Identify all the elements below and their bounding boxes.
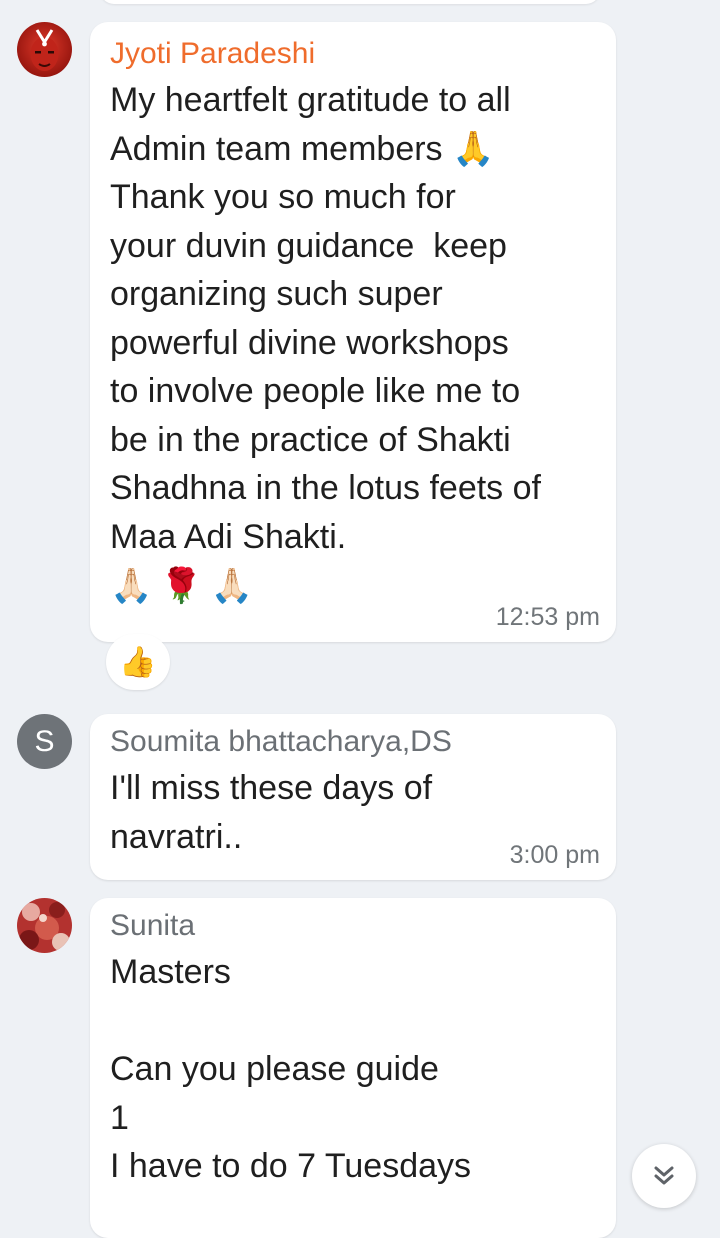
message-text: My heartfelt gratitude to all Admin team… bbox=[110, 81, 541, 556]
sender-name[interactable]: Jyoti Paradeshi bbox=[110, 36, 596, 72]
scroll-to-bottom-button[interactable] bbox=[632, 1144, 696, 1208]
message-text: Masters Can you please guide 1 I have to… bbox=[110, 953, 472, 1185]
message-time: 3:00 pm bbox=[509, 841, 600, 869]
avatar-soumita[interactable]: S bbox=[17, 714, 72, 769]
sender-name[interactable]: Soumita bhattacharya,DS bbox=[110, 724, 596, 760]
message-time: 12:53 pm bbox=[495, 603, 600, 631]
sender-name[interactable]: Sunita bbox=[110, 908, 596, 944]
photo-avatar-icon bbox=[17, 898, 72, 953]
message-bubble-soumita[interactable]: Soumita bhattacharya,DS I'll miss these … bbox=[90, 714, 616, 880]
avatar-jyoti[interactable] bbox=[17, 22, 72, 77]
double-chevron-down-icon bbox=[654, 1166, 674, 1185]
deity-avatar-icon bbox=[17, 22, 72, 77]
message-bubble-sunita[interactable]: Sunita Masters Can you please guide 1 I … bbox=[90, 898, 616, 1238]
thumbs-up-icon: 👍 bbox=[119, 645, 157, 679]
thumbs-up-reaction[interactable]: 👍 bbox=[106, 634, 170, 690]
avatar-letter: S bbox=[34, 724, 55, 758]
avatar-sunita[interactable] bbox=[17, 898, 72, 953]
previous-message-bubble-edge bbox=[100, 0, 600, 4]
message-bubble-jyoti[interactable]: Jyoti Paradeshi My heartfelt gratitude t… bbox=[90, 22, 616, 642]
